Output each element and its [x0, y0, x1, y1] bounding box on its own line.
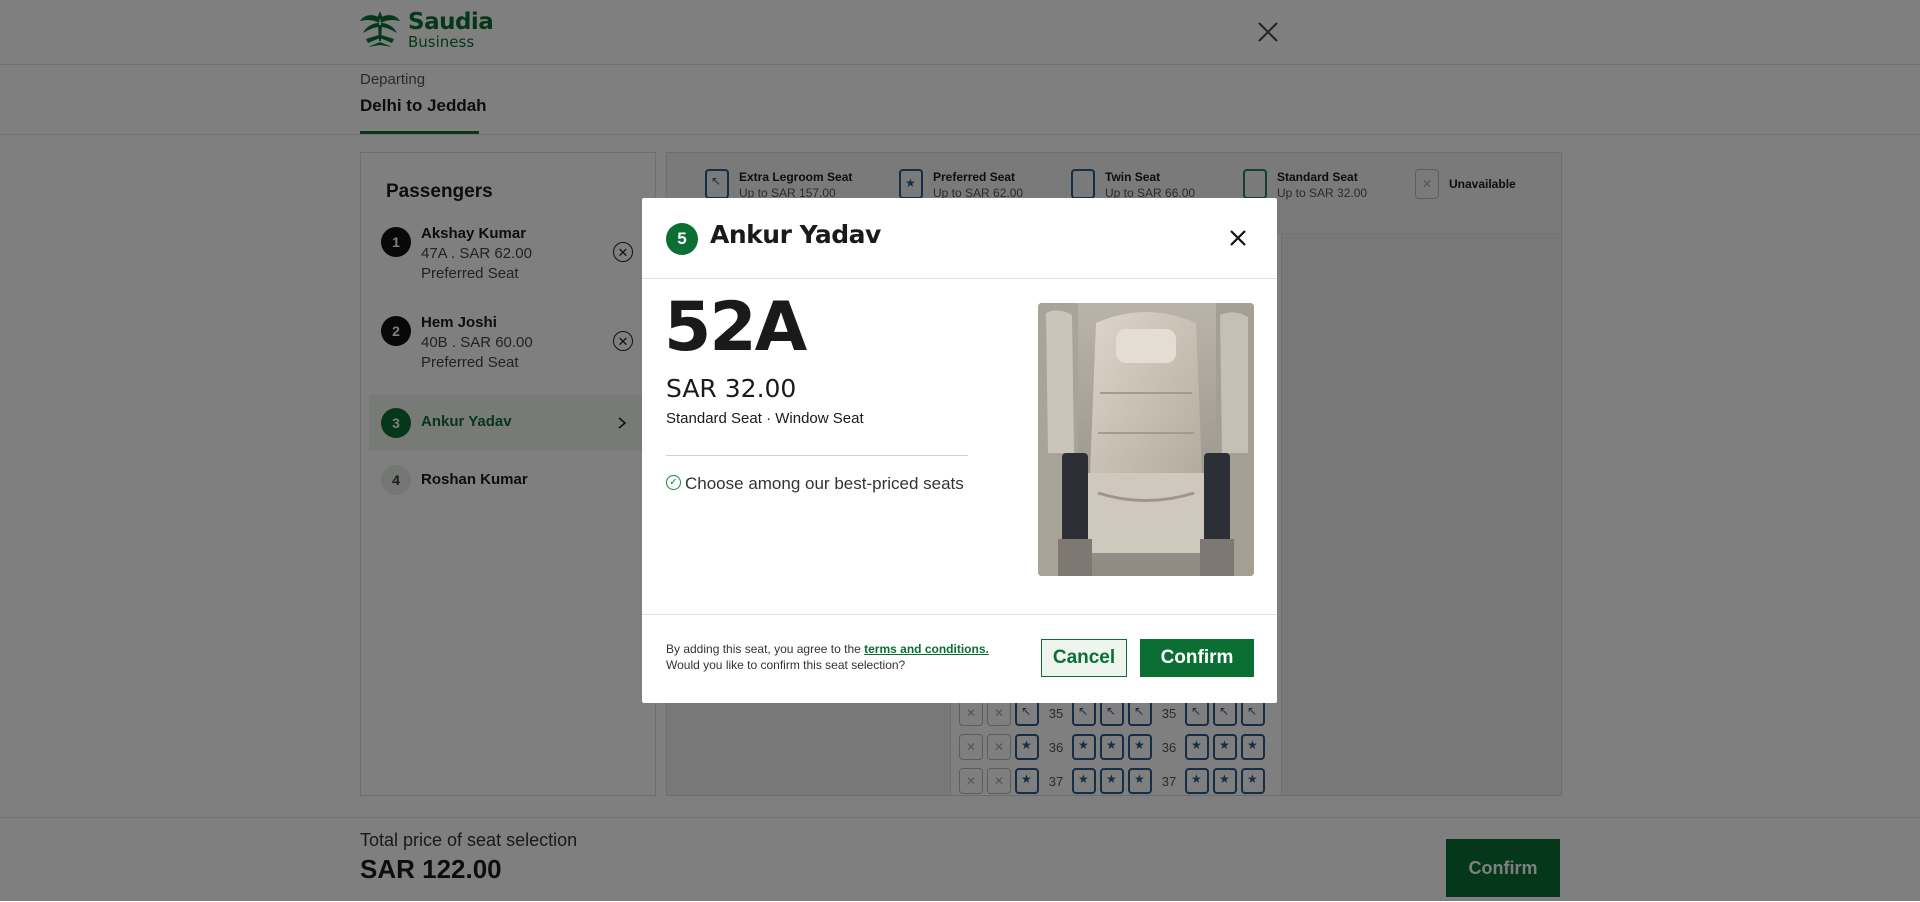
seat-confirm-dialog: 5 Ankur Yadav 52A SAR 32.00 Standard Sea… — [642, 198, 1277, 703]
terms-text: By adding this seat, you agree to the te… — [666, 641, 1026, 673]
seat-photo-illustration — [1038, 303, 1254, 576]
seat-photo — [1038, 303, 1254, 576]
dialog-header: 5 Ankur Yadav — [642, 198, 1277, 279]
confirm-button[interactable]: Confirm — [1140, 639, 1254, 677]
divider — [666, 455, 968, 456]
passenger-badge: 5 — [666, 223, 698, 255]
dialog-footer: By adding this seat, you agree to the te… — [642, 614, 1277, 704]
dialog-passenger-name: Ankur Yadav — [710, 220, 881, 249]
terms-link[interactable]: terms and conditions. — [864, 642, 989, 656]
close-icon[interactable] — [1226, 226, 1250, 250]
check-circle-icon: ✓ — [666, 475, 681, 490]
seat-type: Standard Seat · Window Seat — [666, 410, 864, 427]
terms-question: Would you like to confirm this seat sele… — [666, 658, 906, 672]
seat-number: 52A — [664, 288, 807, 367]
terms-prefix: By adding this seat, you agree to the — [666, 642, 865, 656]
cancel-button[interactable]: Cancel — [1041, 639, 1127, 677]
seat-price: SAR 32.00 — [666, 374, 797, 403]
seat-feature: Choose among our best-priced seats — [685, 474, 964, 493]
